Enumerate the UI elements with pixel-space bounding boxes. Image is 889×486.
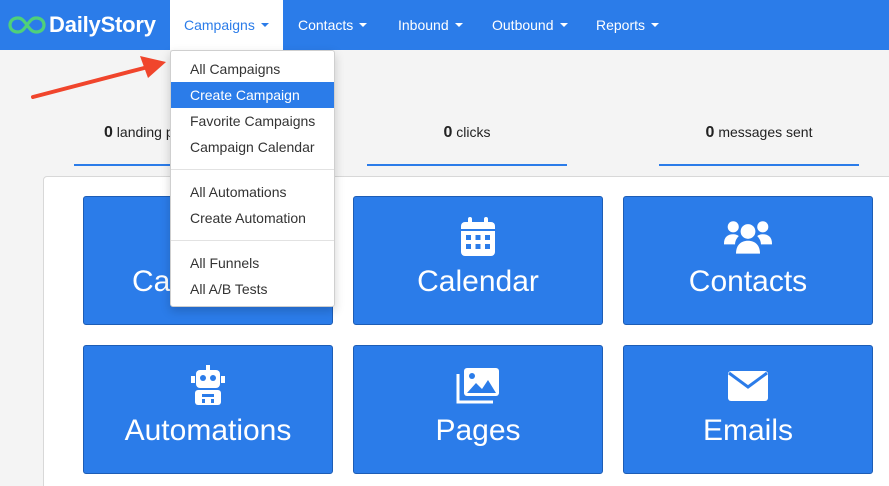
infinity-logo-icon [8, 16, 46, 34]
stat-messages-label: messages sent [718, 124, 813, 140]
nav-inbound-label: Inbound [398, 17, 449, 33]
stat-underline [659, 164, 859, 166]
nav-contacts-label: Contacts [298, 17, 354, 33]
nav-reports-label: Reports [596, 17, 646, 33]
tile-pages-label: Pages [435, 414, 521, 447]
stat-clicks: 0 clicks [367, 124, 567, 166]
red-arrow-icon [31, 56, 166, 99]
menu-item-favorite-campaigns[interactable]: Favorite Campaigns [171, 108, 334, 134]
menu-item-all-campaigns[interactable]: All Campaigns [171, 56, 334, 82]
stat-messages-count: 0 [705, 124, 715, 141]
stat-landing-count: 0 [104, 124, 113, 141]
nav-campaigns[interactable]: Campaigns [170, 0, 283, 50]
brand-name: DailyStory [49, 12, 156, 37]
users-icon [724, 215, 772, 259]
campaigns-dropdown-menu: All Campaigns Create Campaign Favorite C… [170, 50, 335, 307]
menu-divider [171, 169, 334, 170]
stat-landing-label: landing p [116, 124, 174, 140]
caret-down-icon [260, 23, 269, 28]
tile-automations-label: Automations [124, 414, 292, 447]
tile-automations[interactable]: Automations [83, 345, 333, 474]
nav-reports[interactable]: Reports [596, 0, 660, 50]
nav-contacts[interactable]: Contacts [298, 0, 368, 50]
tile-contacts[interactable]: Contacts [623, 196, 873, 325]
tile-calendar[interactable]: Calendar [353, 196, 603, 325]
tile-calendar-label: Calendar [417, 265, 539, 298]
caret-down-icon [359, 23, 368, 28]
brand[interactable]: DailyStory [8, 10, 156, 40]
stat-clicks-label: clicks [456, 124, 491, 140]
menu-item-campaign-calendar[interactable]: Campaign Calendar [171, 134, 334, 160]
nav-inbound[interactable]: Inbound [398, 0, 463, 50]
menu-item-create-campaign[interactable]: Create Campaign [171, 82, 334, 108]
tile-emails[interactable]: Emails [623, 345, 873, 474]
menu-item-all-automations[interactable]: All Automations [171, 179, 334, 205]
menu-divider [171, 240, 334, 241]
tile-contacts-label: Contacts [688, 265, 808, 298]
tile-emails-label: Emails [702, 414, 793, 447]
images-icon [454, 364, 502, 408]
caret-down-icon [651, 23, 660, 28]
nav-outbound[interactable]: Outbound [492, 0, 568, 50]
top-navbar: DailyStory Campaigns Contacts Inbound Ou… [0, 0, 889, 50]
stat-clicks-count: 0 [443, 124, 453, 141]
caret-down-icon [559, 23, 568, 28]
robot-icon [184, 364, 232, 408]
menu-item-all-funnels[interactable]: All Funnels [171, 250, 334, 276]
envelope-icon [724, 364, 772, 408]
menu-item-all-ab-tests[interactable]: All A/B Tests [171, 276, 334, 302]
calendar-icon [454, 215, 502, 259]
caret-down-icon [454, 23, 463, 28]
menu-item-create-automation[interactable]: Create Automation [171, 205, 334, 231]
nav-campaigns-label: Campaigns [184, 17, 255, 33]
stat-messages-sent: 0 messages sent [659, 124, 859, 166]
nav-outbound-label: Outbound [492, 17, 554, 33]
stat-underline [367, 164, 567, 166]
tile-pages[interactable]: Pages [353, 345, 603, 474]
